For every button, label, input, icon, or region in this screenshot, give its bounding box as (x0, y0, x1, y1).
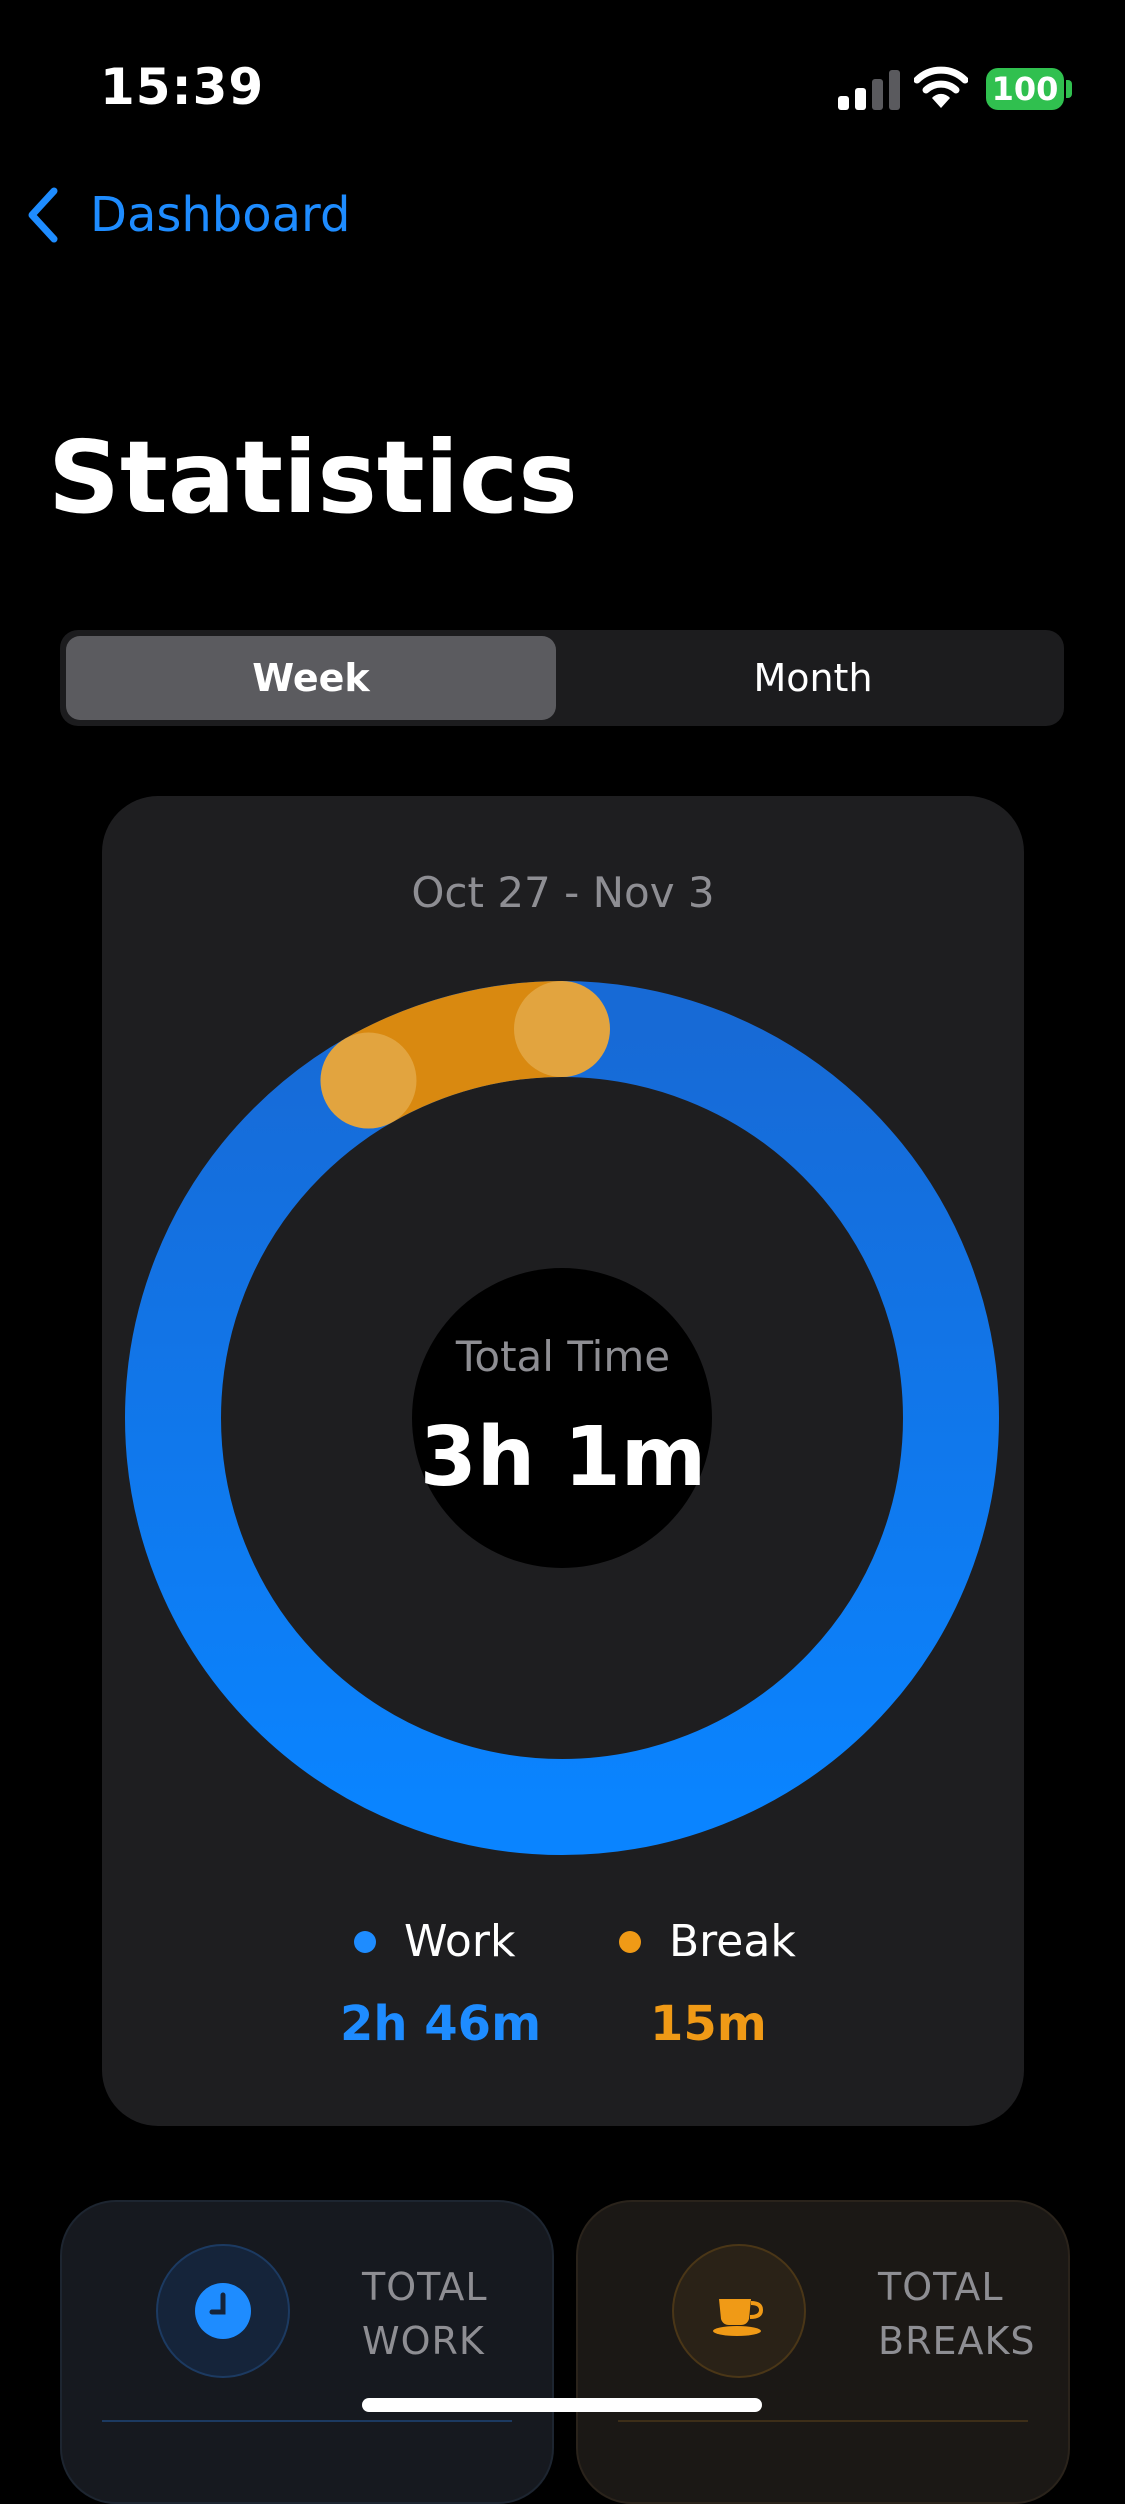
legend-item-work: Work (354, 1916, 515, 1967)
legend-item-break: Break (619, 1916, 796, 1967)
chevron-left-icon (28, 187, 58, 243)
segment-month[interactable]: Month (568, 636, 1058, 720)
cellular-signal-icon (838, 70, 900, 110)
work-icon-badge (156, 2244, 290, 2378)
legend-label-break: Break (669, 1916, 796, 1967)
wifi-icon (914, 66, 968, 108)
legend-dot-break (619, 1930, 641, 1953)
total-work-label-line1: TOTAL (362, 2265, 488, 2309)
total-breaks-card[interactable]: TOTAL BREAKS (576, 2200, 1070, 2504)
total-breaks-label-line2: BREAKS (878, 2319, 1036, 2363)
donut-break-cap-start (514, 981, 610, 1077)
battery-tip (1066, 80, 1072, 98)
breaks-icon-badge (672, 2244, 806, 2378)
status-time: 15:39 (100, 58, 265, 116)
total-time-value: 3h 1m (419, 1410, 707, 1505)
status-bar: 15:39 100 (0, 0, 1125, 150)
work-card-divider (102, 2420, 512, 2422)
summary-card: Oct 27 - Nov 3 Total Time 3h 1m Work Bre… (102, 796, 1024, 2126)
breaks-card-divider (618, 2420, 1028, 2422)
total-breaks-label-line1: TOTAL (878, 2265, 1004, 2309)
work-time-value: 2h 46m (340, 1996, 542, 2052)
total-work-card[interactable]: TOTAL WORK (60, 2200, 554, 2504)
total-work-label-line2: WORK (362, 2319, 485, 2363)
back-button[interactable]: Dashboard (22, 180, 350, 250)
legend-dot-work (354, 1930, 376, 1953)
donut-break-cap-end (320, 1032, 417, 1129)
legend-label-work: Work (404, 1916, 516, 1967)
total-breaks-label: TOTAL BREAKS (878, 2260, 1036, 2368)
clock-icon (195, 2283, 251, 2339)
battery-indicator: 100 (986, 68, 1064, 110)
date-range: Oct 27 - Nov 3 (411, 868, 715, 917)
break-time-value: 15m (650, 1996, 767, 2052)
coffee-cup-icon (713, 2299, 764, 2336)
total-time-label: Total Time (455, 1332, 671, 1381)
segment-week[interactable]: Week (66, 636, 556, 720)
period-segmented-control: Week Month (60, 630, 1064, 726)
back-label: Dashboard (90, 187, 351, 243)
total-work-label: TOTAL WORK (362, 2260, 488, 2368)
home-indicator (362, 2398, 762, 2412)
page-title: Statistics (48, 419, 578, 536)
